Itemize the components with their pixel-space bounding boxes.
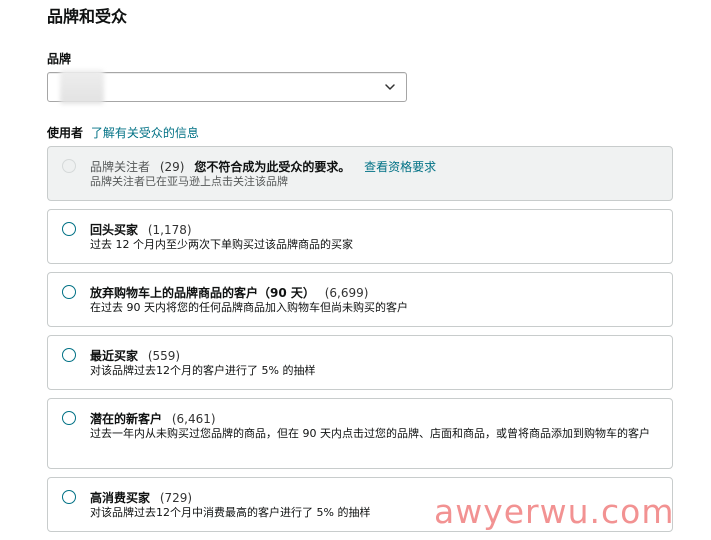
radio-button[interactable] xyxy=(62,348,76,362)
eligibility-warning: 您不符合成为此受众的要求。 xyxy=(194,160,351,174)
audience-header: 使用者 了解有关受众的信息 xyxy=(47,124,199,141)
option-title-line: 回头买家 (1,178) xyxy=(90,221,192,238)
brand-value-redacted xyxy=(60,70,104,104)
option-count: (6,699) xyxy=(324,286,369,300)
option-description: 过去一年内从未购买过您品牌的商品，但在 90 天内点击过您的品牌、店面和商品，或… xyxy=(90,427,650,440)
audience-option-cart-abandoners[interactable]: 放弃购物车上的品牌商品的客户（90 天） (6,699) 在过去 90 天内将您… xyxy=(47,272,673,327)
watermark: awyerwu.com xyxy=(434,492,675,531)
option-name: 放弃购物车上的品牌商品的客户（90 天） xyxy=(90,286,315,300)
option-count: (559) xyxy=(147,349,181,363)
learn-about-audiences-link[interactable]: 了解有关受众的信息 xyxy=(91,126,199,140)
option-title-line: 最近买家 (559) xyxy=(90,347,180,364)
option-title-line: 放弃购物车上的品牌商品的客户（90 天） (6,699) xyxy=(90,284,368,301)
audience-option-recent-buyers[interactable]: 最近买家 (559) 对该品牌过去12个月的客户进行了 5% 的抽样 xyxy=(47,335,673,390)
radio-button[interactable] xyxy=(62,411,76,425)
option-count: (729) xyxy=(159,491,193,505)
audience-option-potential-new-customers[interactable]: 潜在的新客户 (6,461) 过去一年内从未购买过您品牌的商品，但在 90 天内… xyxy=(47,398,673,469)
audience-option-repeat-buyers[interactable]: 回头买家 (1,178) 过去 12 个月内至少两次下单购买过该品牌商品的买家 xyxy=(47,209,673,264)
option-name: 回头买家 xyxy=(90,223,139,237)
option-title-line: 潜在的新客户 (6,461) xyxy=(90,410,216,427)
option-description: 过去 12 个月内至少两次下单购买过该品牌商品的买家 xyxy=(90,238,353,251)
radio-button[interactable] xyxy=(62,285,76,299)
page-title: 品牌和受众 xyxy=(47,7,128,26)
radio-button xyxy=(62,159,76,173)
brand-dropdown[interactable] xyxy=(47,70,407,104)
view-requirements-link[interactable]: 查看资格要求 xyxy=(364,160,436,174)
audience-option-brand-followers: 品牌关注者 (29) 您不符合成为此受众的要求。 查看资格要求 品牌关注者已在亚… xyxy=(47,146,673,201)
option-count: (1,178) xyxy=(147,223,192,237)
option-name: 潜在的新客户 xyxy=(90,412,163,426)
radio-button[interactable] xyxy=(62,222,76,236)
option-description: 在过去 90 天内将您的任何品牌商品加入购物车但尚未购买的客户 xyxy=(90,301,408,314)
option-title-line: 高消费买家 (729) xyxy=(90,489,192,506)
option-description: 品牌关注者已在亚马逊上点击关注该品牌 xyxy=(90,175,288,188)
option-name: 最近买家 xyxy=(90,349,139,363)
option-count: (29) xyxy=(159,160,185,174)
chevron-down-icon xyxy=(385,84,395,90)
radio-button[interactable] xyxy=(62,490,76,504)
option-name: 高消费买家 xyxy=(90,491,151,505)
option-name: 品牌关注者 xyxy=(90,160,151,174)
option-description: 对该品牌过去12个月的客户进行了 5% 的抽样 xyxy=(90,364,316,377)
option-count: (6,461) xyxy=(171,412,216,426)
option-title-line: 品牌关注者 (29) 您不符合成为此受众的要求。 查看资格要求 xyxy=(90,158,436,175)
brand-label: 品牌 xyxy=(47,52,72,66)
audience-label: 使用者 xyxy=(47,126,84,140)
